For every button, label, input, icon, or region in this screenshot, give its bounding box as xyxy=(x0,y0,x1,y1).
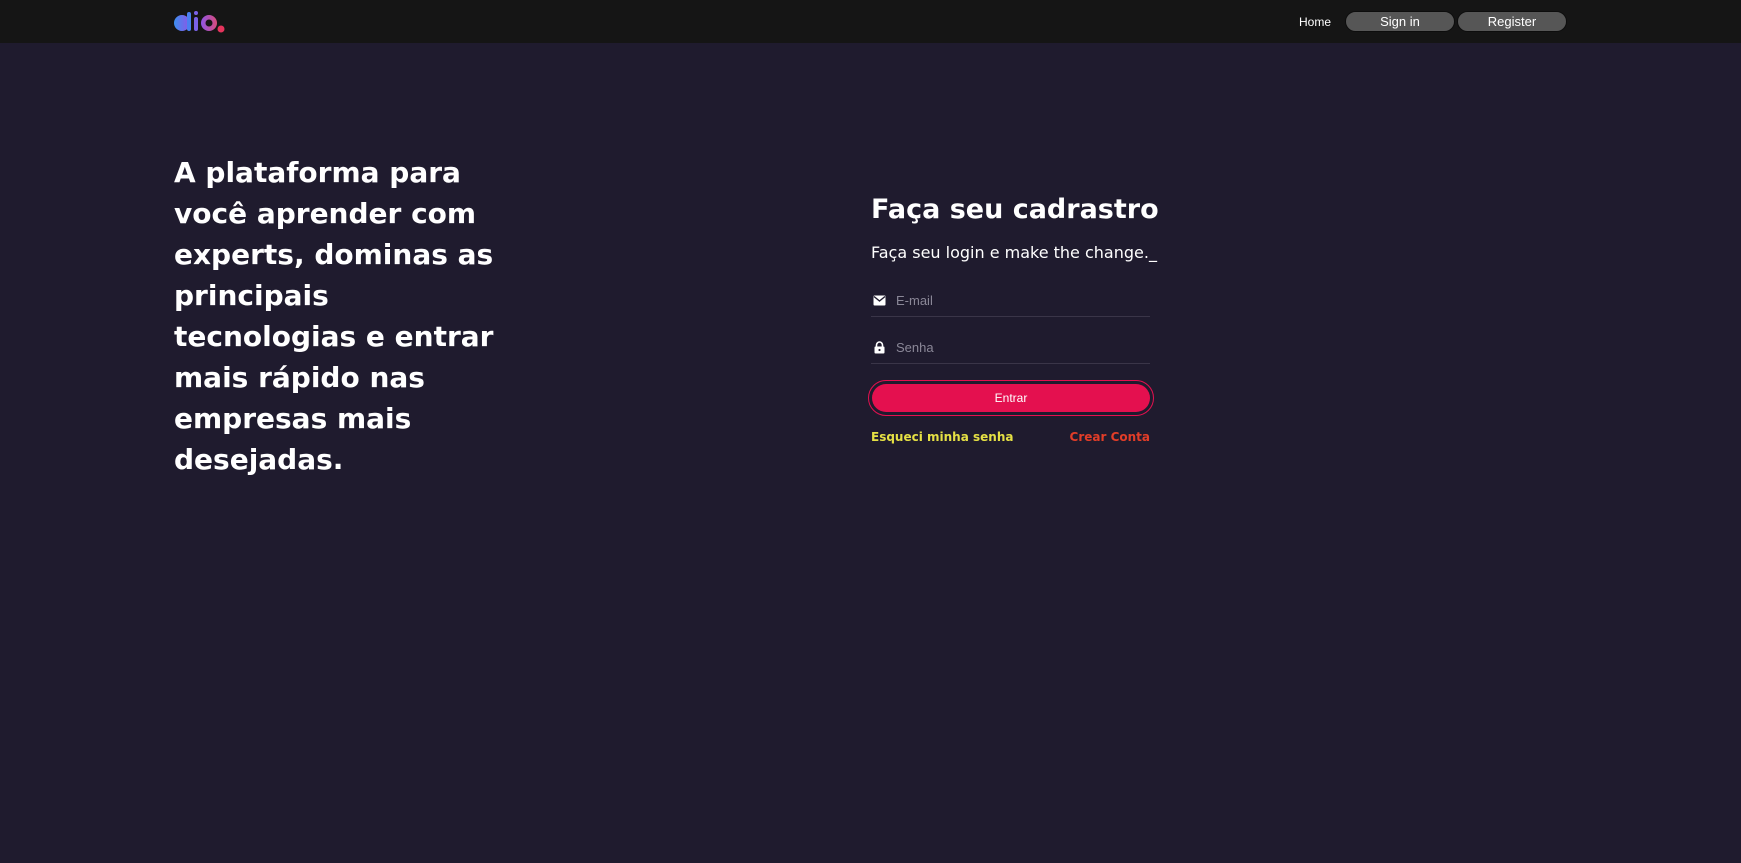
email-field-group xyxy=(871,284,1150,317)
create-account-link[interactable]: Crear Conta xyxy=(1070,430,1150,444)
register-button[interactable]: Register xyxy=(1457,11,1567,32)
signin-button[interactable]: Sign in xyxy=(1345,11,1455,32)
submit-button-ring: Entrar xyxy=(868,380,1154,416)
hero-headline: A plataforma para você aprender com expe… xyxy=(174,156,494,476)
form-links: Esqueci minha senha Crear Conta xyxy=(871,430,1150,444)
password-input[interactable] xyxy=(896,335,1150,359)
top-header: Home Sign in Register xyxy=(0,0,1741,43)
submit-button[interactable]: Entrar xyxy=(872,384,1150,412)
form-title: Faça seu cadrastro xyxy=(871,194,1159,225)
form-subtitle: Faça seu login e make the change._ xyxy=(871,243,1157,262)
password-field-group xyxy=(871,331,1150,364)
signup-form: Faça seu cadrastro Faça seu login e make… xyxy=(868,190,1159,444)
lock-icon xyxy=(872,340,886,354)
mail-icon xyxy=(872,293,886,307)
main-nav: Home Sign in Register xyxy=(1299,11,1567,32)
forgot-password-link[interactable]: Esqueci minha senha xyxy=(871,430,1013,444)
dio-logo-icon[interactable] xyxy=(173,10,233,34)
nav-home-link[interactable]: Home xyxy=(1299,15,1331,29)
email-input[interactable] xyxy=(896,288,1150,312)
